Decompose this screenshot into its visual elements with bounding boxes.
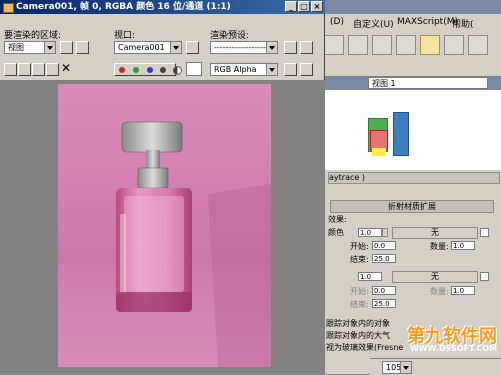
- alpha-channel-icon[interactable]: [160, 67, 166, 73]
- menu-item[interactable]: (D): [330, 17, 344, 27]
- toolbar-button[interactable]: [372, 35, 392, 55]
- title-bar: Camera001, 帧 0, RGBA 颜色 16 位/通道 (1:1) _ …: [0, 0, 325, 14]
- preset-label: 渲染预设:: [210, 31, 250, 41]
- start-label: 开始:: [350, 242, 369, 251]
- map-none-button[interactable]: 无: [392, 227, 478, 239]
- yellow-swatch: [372, 148, 386, 156]
- minimize-button[interactable]: _: [285, 1, 297, 12]
- close-button[interactable]: ×: [311, 1, 323, 12]
- option-trace-atmosphere[interactable]: 跟踪对象内的大气: [326, 330, 390, 341]
- amount-spinner[interactable]: 1.0: [451, 241, 475, 250]
- window-title: Camera001, 帧 0, RGBA 颜色 16 位/通道 (1:1): [16, 2, 231, 12]
- maximize-button[interactable]: □: [298, 1, 310, 12]
- end-label: 结束:: [350, 255, 369, 264]
- rollout-refraction-extension[interactable]: 折射材质扩展: [330, 200, 494, 213]
- section-header[interactable]: aytrace ): [328, 172, 500, 184]
- clear-icon[interactable]: ✕: [61, 62, 71, 75]
- amount-label: 数量:: [430, 242, 449, 251]
- perfume-bottle-render: [58, 121, 271, 367]
- area-select[interactable]: 视图: [4, 41, 56, 54]
- area-label: 要渲染的区域:: [4, 31, 62, 41]
- end-spinner[interactable]: 25.0: [372, 299, 396, 308]
- toolbar-button[interactable]: [444, 35, 464, 55]
- checkbox[interactable]: [480, 228, 489, 237]
- save-icon[interactable]: [4, 63, 17, 76]
- menu-bar: (D) 自定义(U) MAXScript(M) 帮助(: [300, 14, 501, 33]
- toolbar-button[interactable]: [324, 35, 344, 55]
- zoom-select[interactable]: 105%: [382, 361, 412, 374]
- red-swatch: [370, 130, 388, 150]
- spinner-arrow[interactable]: [382, 228, 388, 237]
- viewport-dropdown[interactable]: 视图 1: [368, 77, 488, 89]
- environment-icon[interactable]: [300, 41, 313, 54]
- menu-item-customize[interactable]: 自定义(U): [353, 17, 394, 30]
- status-bar: 105%: [370, 358, 501, 375]
- copy-icon[interactable]: [18, 63, 31, 76]
- render-setup-icon[interactable]: [284, 41, 297, 54]
- lock-icon[interactable]: [186, 41, 199, 54]
- end-label: 结束:: [350, 300, 369, 309]
- red-channel-icon[interactable]: [119, 67, 125, 73]
- window-icon: [3, 3, 14, 13]
- monochrome-icon[interactable]: [173, 66, 182, 75]
- viewport-select[interactable]: Camera001: [114, 41, 182, 54]
- spinner-field[interactable]: 1.0: [358, 272, 382, 281]
- display-toggle-icon[interactable]: [284, 63, 297, 76]
- blue-swatch: [393, 112, 409, 156]
- site-watermark: 第九软件网 WWW.D9SOFT.COM: [390, 318, 501, 358]
- amount-label: 数量:: [430, 287, 449, 296]
- color-swatch[interactable]: [186, 62, 202, 76]
- color-label: 颜色: [328, 228, 344, 237]
- display-dark-icon[interactable]: [300, 63, 313, 76]
- toolbar-button[interactable]: [348, 35, 368, 55]
- map-none-button[interactable]: 无: [392, 271, 478, 283]
- preset-select[interactable]: --------------------: [210, 41, 278, 54]
- auto-region-button[interactable]: [76, 41, 89, 54]
- main-toolbar: [300, 32, 501, 59]
- render-setup-button[interactable]: [420, 35, 440, 55]
- spinner-field[interactable]: 1.0: [358, 228, 382, 237]
- blue-channel-icon[interactable]: [147, 67, 153, 73]
- menu-item-maxscript[interactable]: MAXScript(M): [397, 17, 458, 27]
- clone-icon[interactable]: [32, 63, 45, 76]
- watermark-url: WWW.D9SOFT.COM: [409, 344, 497, 353]
- end-spinner[interactable]: 25.0: [372, 254, 396, 263]
- effect-label: 效果:: [328, 215, 347, 224]
- channel-display-select[interactable]: RGB Alpha: [210, 63, 278, 76]
- option-trace-objects[interactable]: 跟踪对象内的对象: [326, 318, 390, 329]
- panel-header: [300, 58, 501, 77]
- toolbar-button[interactable]: [396, 35, 416, 55]
- amount-spinner[interactable]: 1.0: [451, 286, 475, 295]
- menu-item-help[interactable]: 帮助(: [452, 17, 474, 30]
- viewport-label: 视口:: [114, 31, 136, 41]
- rendered-image: [58, 84, 271, 367]
- green-channel-icon[interactable]: [133, 67, 139, 73]
- start-label: 开始:: [350, 287, 369, 296]
- rendered-frame-window: Camera001, 帧 0, RGBA 颜色 16 位/通道 (1:1) _ …: [0, 0, 325, 374]
- start-spinner[interactable]: 0.0: [372, 241, 396, 250]
- checkbox[interactable]: [480, 272, 489, 281]
- edit-region-button[interactable]: [60, 41, 73, 54]
- material-preview: [300, 90, 501, 171]
- start-spinner[interactable]: 0.0: [372, 286, 396, 295]
- print-icon[interactable]: [46, 63, 59, 76]
- toolbar-button[interactable]: [468, 35, 488, 55]
